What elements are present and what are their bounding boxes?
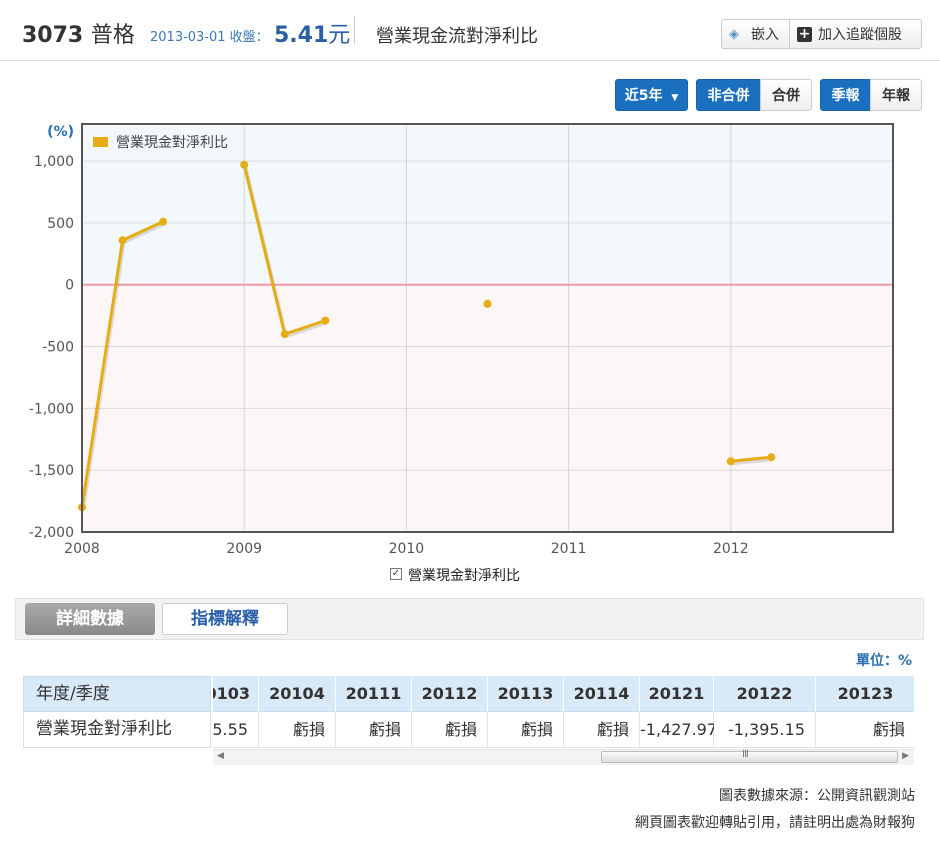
- table-metric-label: 營業現金對淨利比: [23, 712, 211, 748]
- line-chart: 1,000 500 0 -500 -1,000 -1,500 -2,0002008 2009 2…: [29, 123, 894, 557]
- y-tick-label: 1,000: [34, 154, 74, 170]
- embed-label: 嵌入: [751, 27, 779, 43]
- table-row: -155.55虧損虧損虧損虧損虧損-1,427.97-1,395.15虧損: [213, 712, 914, 748]
- price-unit: 元: [328, 23, 351, 48]
- stock-title: 3073 普格: [22, 17, 135, 49]
- tab-indicator-explain[interactable]: 指標解釋: [162, 603, 288, 635]
- table-cell: 虧損: [336, 712, 412, 748]
- table-header-row: 2010320104201112011220113201142012120122…: [213, 676, 914, 712]
- table-cell: 虧損: [412, 712, 488, 748]
- consolidated-button[interactable]: 合併: [760, 79, 812, 111]
- legend-label[interactable]: 營業現金對淨利比: [116, 135, 228, 151]
- legend-toggle-label[interactable]: 營業現金對淨利比: [408, 565, 520, 585]
- close-price: 5.41元: [274, 17, 350, 49]
- data-point[interactable]: [483, 299, 492, 308]
- scroll-right-arrow-icon[interactable]: ▶: [902, 751, 909, 761]
- x-tick-label: 2012: [713, 541, 749, 557]
- scrollbar-thumb[interactable]: III: [601, 749, 898, 763]
- range-label: 近5年: [624, 88, 663, 104]
- table-column-header: 20122: [714, 676, 816, 712]
- non-consolidated-button[interactable]: 非合併: [696, 79, 761, 111]
- table-scroll-area[interactable]: 2010320104201112011220113201142012120122…: [213, 676, 914, 748]
- legend-checkbox[interactable]: ✓: [390, 568, 402, 580]
- unit-label: 單位：%: [855, 653, 912, 669]
- x-tick-label: 2009: [226, 541, 262, 557]
- caret-down-icon: ▼: [671, 93, 679, 103]
- table-column-header: 20103: [213, 676, 259, 712]
- table-cell: -155.55: [213, 712, 259, 748]
- table-cell: -1,427.97: [640, 712, 717, 748]
- y-tick-label: -1,000: [29, 401, 74, 417]
- table-row-headers: 年度/季度 營業現金對淨利比: [23, 676, 211, 748]
- quarterly-button[interactable]: 季報: [820, 79, 871, 111]
- scroll-left-arrow-icon[interactable]: ◀: [217, 751, 224, 761]
- horizontal-scrollbar[interactable]: ◀ III ▶: [213, 749, 914, 765]
- x-tick-label: 2010: [389, 541, 425, 557]
- table-cell: 虧損: [816, 712, 914, 748]
- y-tick-label: -500: [42, 340, 74, 356]
- header-bar: 3073 普格 2013-03-01 收盤： 5.41元 營業現金流對淨利比 ◈…: [0, 0, 940, 61]
- scrollbar-grip-icon: III: [742, 749, 749, 760]
- y-tick-label: -2,000: [29, 525, 74, 541]
- price-value: 5.41: [274, 23, 329, 48]
- add-tracking-button[interactable]: + 加入追蹤個股: [789, 19, 922, 49]
- embed-icon: ◈: [729, 27, 739, 42]
- data-point[interactable]: [280, 330, 289, 339]
- y-tick-label: 500: [47, 216, 74, 232]
- stock-code: 3073: [22, 23, 84, 48]
- data-source-text: 圖表數據來源：公開資訊觀測站: [719, 788, 915, 804]
- plus-icon: +: [797, 26, 812, 42]
- table-column-header: 20123: [816, 676, 914, 712]
- data-point[interactable]: [240, 160, 249, 169]
- legend-swatch: [93, 137, 108, 147]
- close-date-label: 2013-03-01 收盤：: [150, 30, 269, 45]
- table-cell: 虧損: [259, 712, 336, 748]
- page-title: 營業現金流對淨利比: [376, 26, 538, 47]
- table-column-header: 20104: [259, 676, 336, 712]
- table-cell: 虧損: [564, 712, 640, 748]
- data-point[interactable]: [118, 236, 127, 245]
- x-tick-label: 2011: [551, 541, 587, 557]
- y-axis-unit: (%): [47, 124, 74, 140]
- table-cell: 虧損: [488, 712, 564, 748]
- citation-notice-text: 網頁圖表歡迎轉貼引用，請註明出處為財報狗: [635, 815, 915, 831]
- data-point[interactable]: [159, 217, 168, 226]
- data-point[interactable]: [726, 457, 735, 466]
- table-column-header: 20111: [336, 676, 412, 712]
- table-column-header: 20113: [488, 676, 564, 712]
- table-column-header: 20114: [564, 676, 640, 712]
- table-period-header: 年度/季度: [23, 676, 211, 712]
- data-point[interactable]: [321, 316, 330, 325]
- embed-button[interactable]: ◈ 嵌入: [721, 19, 790, 49]
- stock-name: 普格: [90, 23, 135, 48]
- data-point[interactable]: [767, 453, 776, 462]
- table-column-header: 20112: [412, 676, 488, 712]
- y-tick-label: 0: [65, 278, 74, 294]
- table-cell: -1,395.15: [714, 712, 816, 748]
- add-tracking-label: 加入追蹤個股: [818, 27, 902, 43]
- x-tick-label: 2008: [64, 541, 100, 557]
- annual-button[interactable]: 年報: [870, 79, 922, 111]
- table-column-header: 20121: [640, 676, 714, 712]
- y-tick-label: -1,500: [29, 463, 74, 479]
- range-dropdown[interactable]: 近5年 ▼: [615, 79, 688, 111]
- tab-detail-data[interactable]: 詳細數據: [25, 603, 155, 635]
- header-divider: [354, 16, 355, 44]
